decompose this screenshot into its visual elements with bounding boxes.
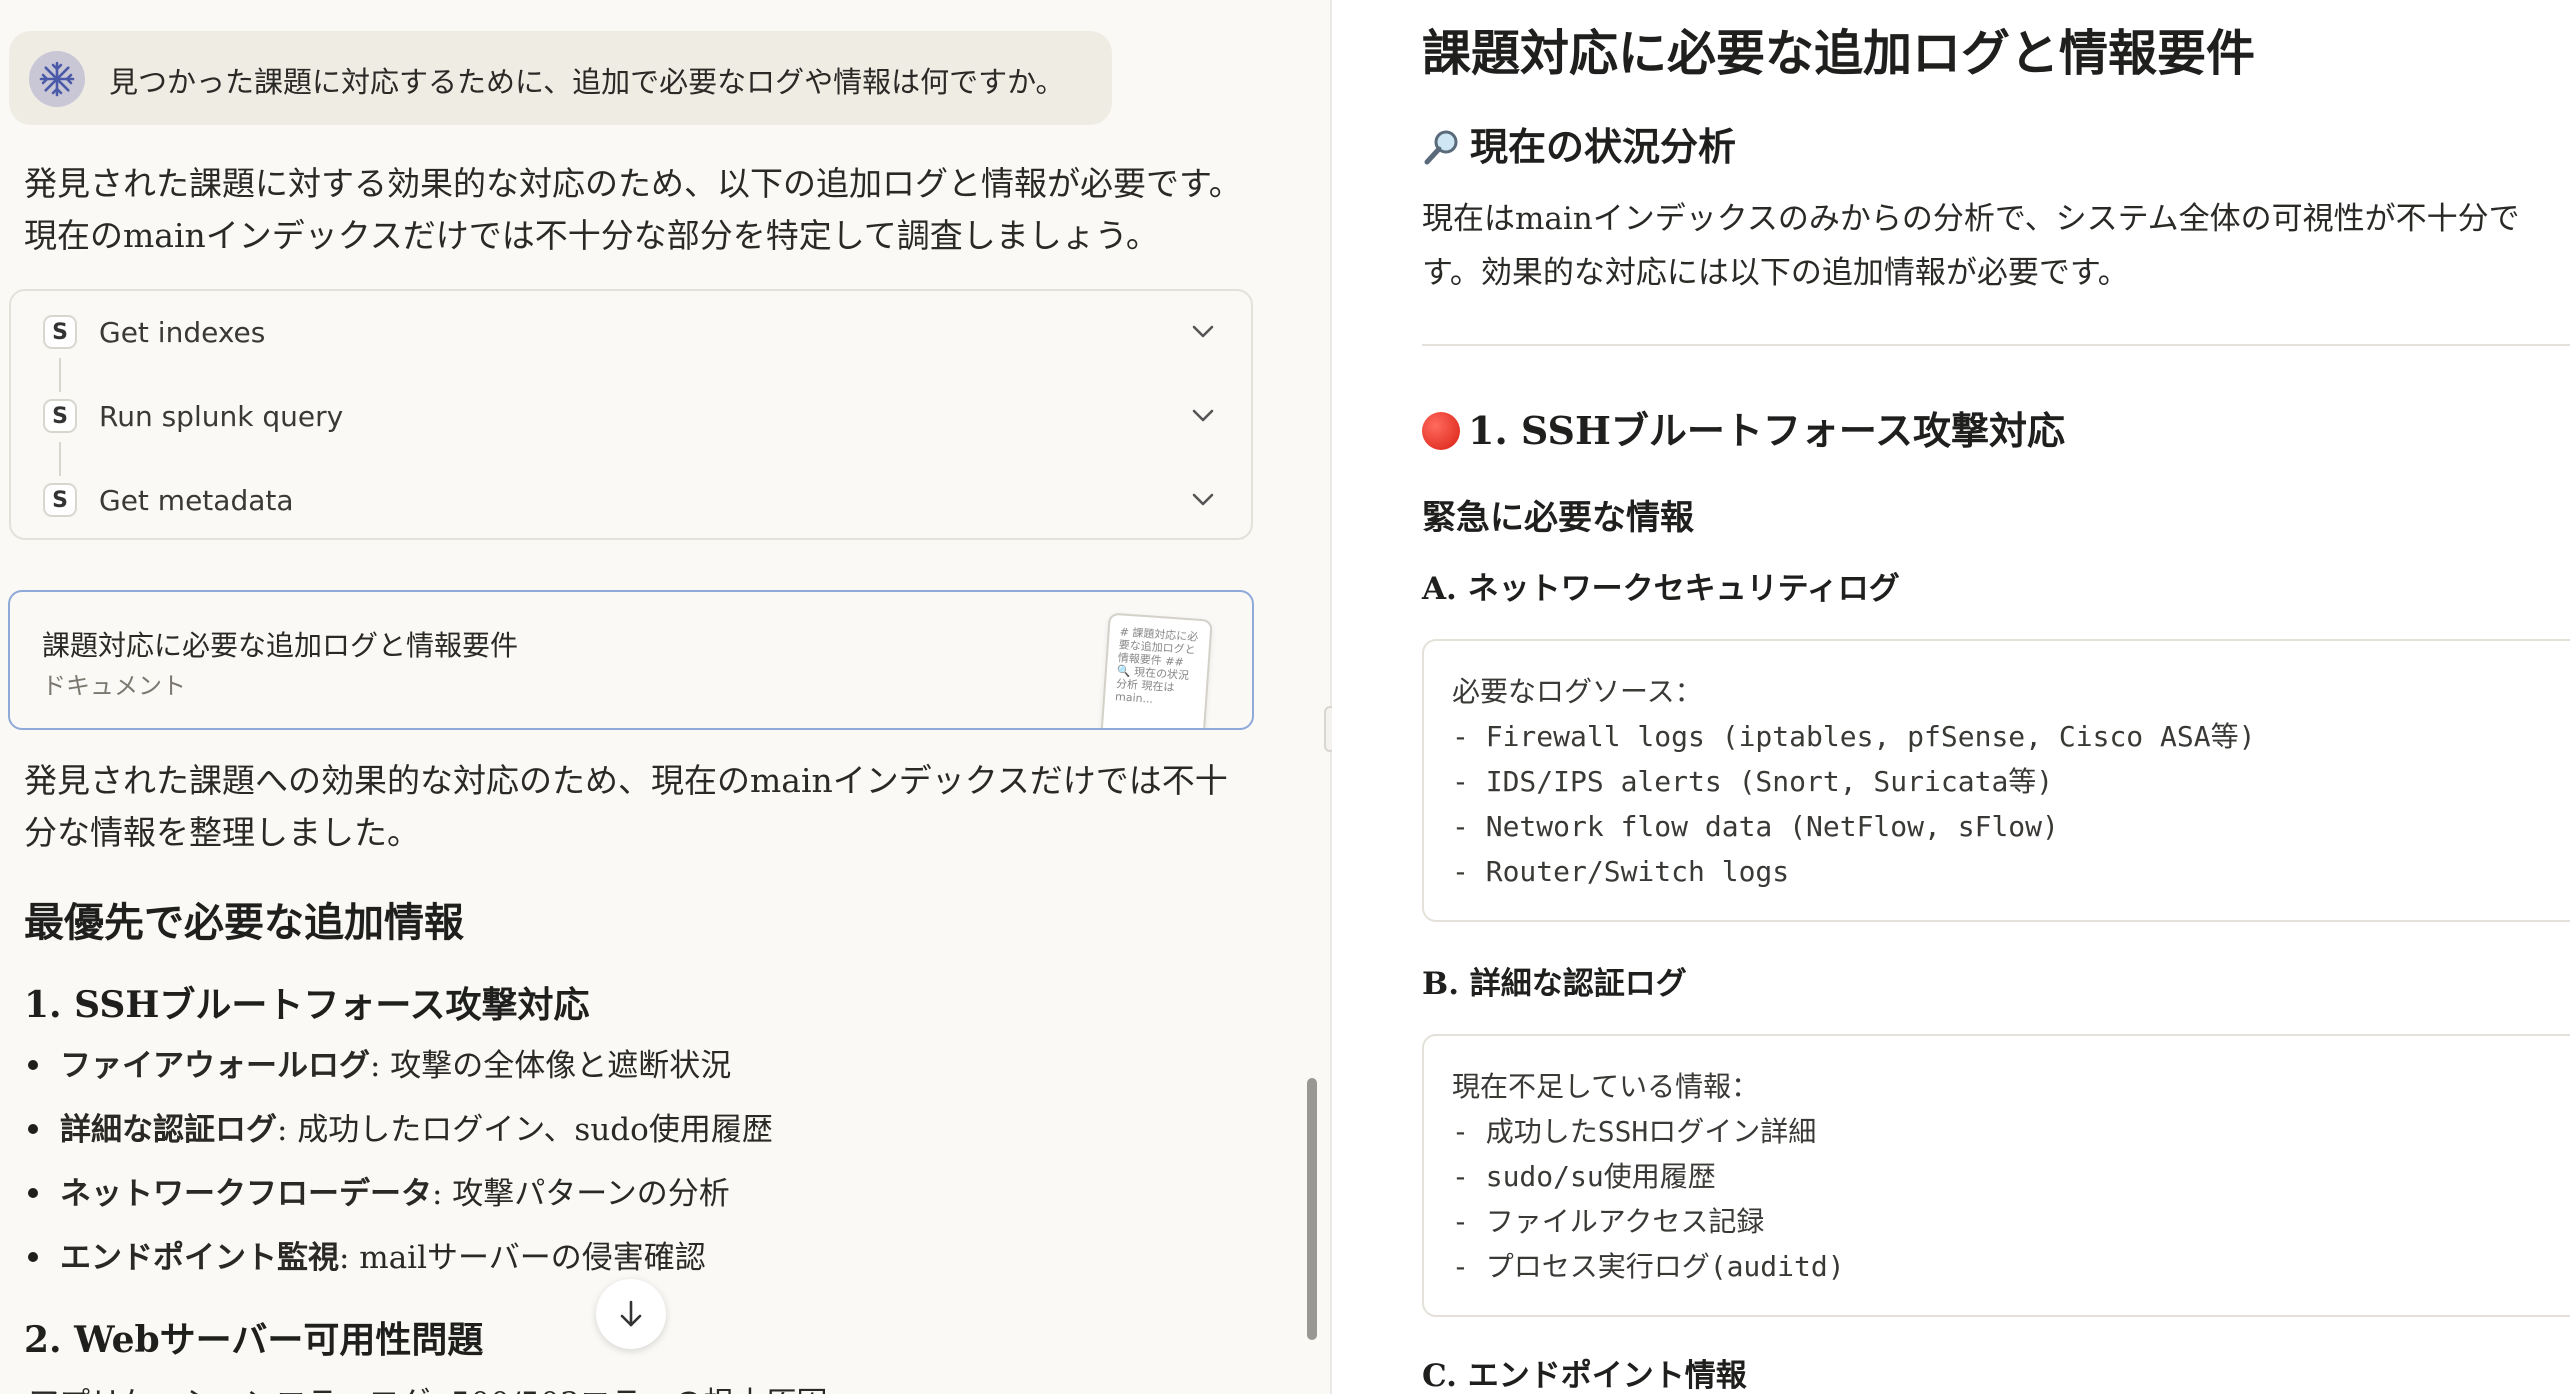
tool-call-label: Run splunk query bbox=[99, 400, 344, 433]
subsection-heading-2: 2. Webサーバー可用性問題 bbox=[24, 1319, 484, 1361]
urgent-heading: 緊急に必要な情報 bbox=[1422, 498, 1694, 538]
list-item: ネットワークフローデータ: 攻撃パターンの分析 bbox=[28, 1168, 730, 1213]
tool-call-label: Get indexes bbox=[99, 316, 266, 349]
endpoint-heading: C. エンドポイント情報 bbox=[1422, 1358, 1747, 1394]
code-line: 現在不足している情報： bbox=[1452, 1070, 1760, 1103]
arrow-down-icon bbox=[620, 1300, 642, 1327]
document-card[interactable]: 課題対応に必要な追加ログと情報要件 ドキュメント # 課題対応に必要な追加ログと… bbox=[8, 590, 1254, 730]
chevron-down-icon[interactable] bbox=[1185, 398, 1221, 434]
subsection-heading-1: 1. SSHブルートフォース攻撃対応 bbox=[24, 984, 590, 1026]
document-title: 課題対応に必要な追加ログと情報要件 bbox=[1422, 24, 2256, 82]
document-card-title: 課題対応に必要な追加ログと情報要件 bbox=[42, 629, 519, 662]
intro-line-1: 発見された課題に対する効果的な対応のため、以下の追加ログと情報が必要です。 bbox=[24, 164, 1242, 203]
magnifier-icon bbox=[1424, 130, 1458, 164]
code-line: 必要なログソース： bbox=[1452, 675, 1703, 708]
code-line: - プロセス実行ログ(auditd) bbox=[1452, 1250, 1845, 1283]
auth-log-heading: B. 詳細な認証ログ bbox=[1422, 966, 1687, 1002]
code-block-network: 必要なログソース： - Firewall logs (iptables, pfS… bbox=[1422, 639, 2570, 922]
user-message: 見つかった課題に対応するために、追加で必要なログや情報は何ですか。 bbox=[9, 31, 1112, 125]
chevron-down-icon[interactable] bbox=[1185, 482, 1221, 518]
splunk-badge-icon: S bbox=[43, 315, 77, 349]
tool-calls-panel: S Get indexes S Run splunk query S Get m… bbox=[9, 289, 1253, 540]
snowflake-icon bbox=[39, 61, 75, 97]
chevron-down-icon[interactable] bbox=[1185, 314, 1221, 350]
network-log-heading: A. ネットワークセキュリティログ bbox=[1422, 571, 1900, 607]
document-card-type: ドキュメント bbox=[42, 672, 186, 700]
tool-call-get-indexes[interactable]: S Get indexes bbox=[31, 308, 1231, 358]
tool-call-label: Get metadata bbox=[99, 484, 294, 517]
horizontal-rule bbox=[1422, 344, 2570, 346]
chat-pane: 見つかった課題に対応するために、追加で必要なログや情報は何ですか。 発見された課… bbox=[0, 0, 1330, 1394]
summary-line-2: 分な情報を整理しました。 bbox=[24, 813, 420, 852]
user-avatar bbox=[29, 51, 85, 107]
tool-connector bbox=[59, 358, 61, 392]
code-block-auth: 現在不足している情報： - 成功したSSHログイン詳細 - sudo/su使用履… bbox=[1422, 1034, 2570, 1317]
code-line: - Network flow data (NetFlow, sFlow) bbox=[1452, 810, 2059, 843]
analysis-line-1: 現在はmainインデックスのみからの分析で、システム全体の可視性が不十分で bbox=[1422, 201, 2520, 237]
tool-call-get-metadata[interactable]: S Get metadata bbox=[31, 476, 1231, 526]
document-thumbnail: # 課題対応に必要な追加ログと情報要件 ## 🔍 現在の状況分析 現在はmain… bbox=[1099, 612, 1213, 728]
list-item-cut-off: アプリケーションエラーログ: 500/503エラーの根本原因 bbox=[28, 1378, 827, 1394]
ssh-heading: 1. SSHブルートフォース攻撃対応 bbox=[1422, 400, 2065, 455]
user-message-text: 見つかった課題に対応するために、追加で必要なログや情報は何ですか。 bbox=[109, 65, 1065, 99]
list-item: 詳細な認証ログ: 成功したログイン、sudo使用履歴 bbox=[28, 1104, 773, 1149]
document-pane: 課題対応に必要な追加ログと情報要件 現在の状況分析 現在はmainインデックスの… bbox=[1332, 0, 2570, 1394]
code-line: - 成功したSSHログイン詳細 bbox=[1452, 1115, 1817, 1148]
code-line: - IDS/IPS alerts (Snort, Suricata等) bbox=[1452, 765, 2054, 798]
scrollbar-thumb[interactable] bbox=[1307, 1078, 1317, 1340]
intro-line-2: 現在のmainインデックスだけでは不十分な部分を特定して調査しましょう。 bbox=[24, 216, 1159, 255]
analysis-line-2: す。効果的な対応には以下の追加情報が必要です。 bbox=[1422, 255, 2129, 291]
code-line: - Firewall logs (iptables, pfSense, Cisc… bbox=[1452, 720, 2256, 753]
splunk-badge-icon: S bbox=[43, 483, 77, 517]
section-heading: 最優先で必要な追加情報 bbox=[24, 899, 464, 946]
list-item: ファイアウォールログ: 攻撃の全体像と遮断状況 bbox=[28, 1040, 731, 1085]
summary-line-1: 発見された課題への効果的な対応のため、現在のmainインデックスだけでは不十 bbox=[24, 761, 1228, 800]
list-item: エンドポイント監視: mailサーバーの侵害確認 bbox=[28, 1232, 706, 1277]
analysis-heading: 現在の状況分析 bbox=[1422, 116, 1736, 171]
code-line: - Router/Switch logs bbox=[1452, 855, 1790, 888]
red-circle-icon bbox=[1422, 411, 1460, 450]
tool-call-run-splunk-query[interactable]: S Run splunk query bbox=[31, 392, 1231, 442]
scroll-to-bottom-button[interactable] bbox=[596, 1279, 666, 1349]
code-line: - ファイルアクセス記録 bbox=[1452, 1205, 1765, 1238]
code-line: - sudo/su使用履歴 bbox=[1452, 1160, 1716, 1193]
tool-connector bbox=[59, 442, 61, 476]
splunk-badge-icon: S bbox=[43, 399, 77, 433]
